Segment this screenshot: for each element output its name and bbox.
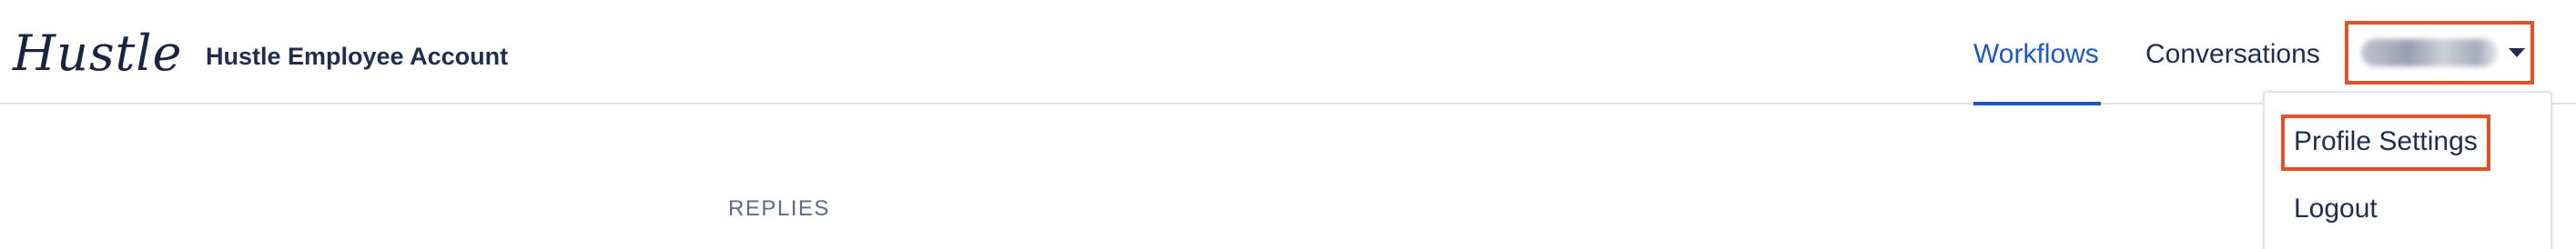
menu-item-logout[interactable]: Logout <box>2294 191 2378 227</box>
menu-item-profile-settings[interactable]: Profile Settings <box>2281 115 2490 171</box>
account-name: Hustle Employee Account <box>206 43 509 70</box>
caret-down-icon <box>2509 48 2525 57</box>
user-menu-button[interactable] <box>2345 21 2534 85</box>
user-dropdown-menu: Profile Settings Logout <box>2263 91 2552 249</box>
page: Hustle Hustle Employee Account Workflows… <box>0 0 2576 249</box>
section-label-replies: REPLIES <box>728 196 830 221</box>
hustle-logo[interactable]: Hustle <box>13 22 183 85</box>
blurred-user-name <box>2361 39 2498 66</box>
nav-conversations[interactable]: Conversations <box>2145 36 2320 73</box>
top-nav-bar: Hustle Hustle Employee Account Workflows… <box>0 0 2576 105</box>
nav-workflows[interactable]: Workflows <box>1973 36 2101 105</box>
